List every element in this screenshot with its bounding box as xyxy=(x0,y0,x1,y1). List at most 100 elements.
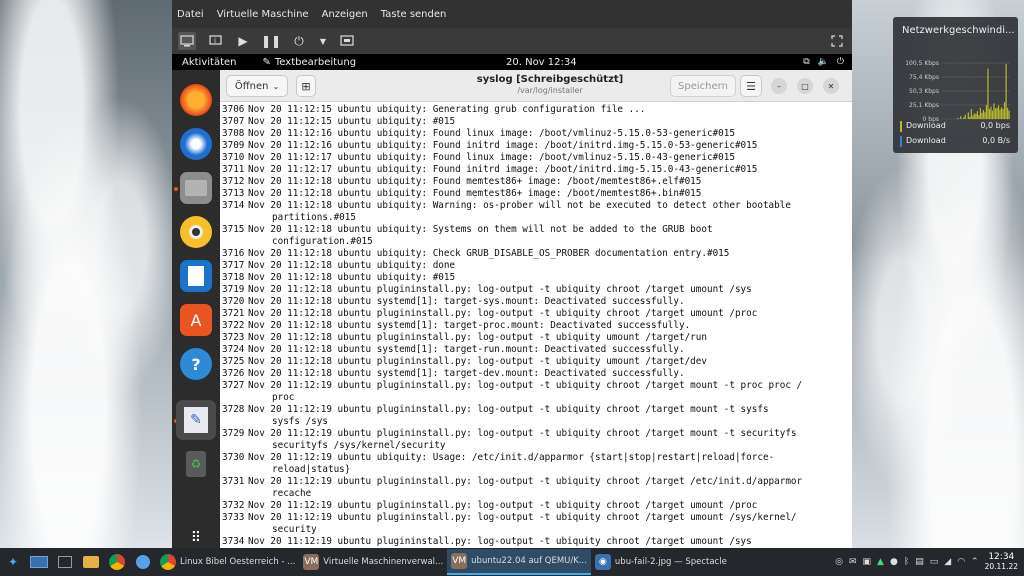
log-line-text: Nov 20 11:12:18 ubuntu plugininstall.py:… xyxy=(248,332,707,343)
thunderbird-icon[interactable] xyxy=(180,128,212,160)
shutdown-icon[interactable]: ⏻ xyxy=(290,32,308,50)
hamburger-menu-icon[interactable]: ☰ xyxy=(740,75,762,97)
log-line-number: 3727 xyxy=(222,380,245,391)
menu-anzeigen[interactable]: Anzeigen xyxy=(322,9,368,20)
files-icon[interactable] xyxy=(180,172,212,204)
steam-icon[interactable]: ◎ xyxy=(835,557,843,567)
digital-clock[interactable]: 12:34 20.11.22 xyxy=(985,552,1018,572)
log-line: recache xyxy=(222,488,852,500)
android-icon[interactable]: ▲ xyxy=(877,557,884,567)
log-line: security xyxy=(222,524,852,536)
expand-tray-icon[interactable]: ⌃ xyxy=(971,557,979,567)
firefox-icon[interactable] xyxy=(180,84,212,116)
network-speed-widget[interactable]: Netzwerkgeschwindi... 100,5 Kbps 75,4 Kbp… xyxy=(893,17,1018,153)
menu-taste-senden[interactable]: Taste senden xyxy=(381,9,447,20)
chat-icon[interactable] xyxy=(132,551,154,573)
log-line: configuration.#015 xyxy=(222,236,852,248)
snapshot-icon[interactable] xyxy=(338,32,356,50)
console-view-icon[interactable] xyxy=(178,32,196,50)
chrome-icon[interactable] xyxy=(106,551,128,573)
mail-icon[interactable]: ✉ xyxy=(849,557,857,567)
task-browser[interactable]: Linux Bibel Oesterreich - ... xyxy=(156,549,299,575)
log-line-text: Nov 20 11:12:15 ubuntu ubiquity: Generat… xyxy=(248,104,646,115)
activity-bar xyxy=(970,108,972,119)
minimize-icon[interactable]: – xyxy=(771,78,787,94)
log-line-number: 3724 xyxy=(222,344,245,355)
log-line-text: Nov 20 11:12:18 ubuntu ubiquity: Found m… xyxy=(248,176,702,187)
vm-viewer-window: Datei Virtuelle Maschine Anzeigen Taste … xyxy=(172,0,852,548)
log-line-text: Nov 20 11:12:18 ubuntu systemd[1]: targe… xyxy=(248,320,691,331)
log-text-view[interactable]: 3706 Nov 20 11:12:15 ubuntu ubiquity: Gen… xyxy=(220,102,852,548)
task-label: ubuntu22.04 auf QEMU/K... xyxy=(471,556,587,566)
kde-taskbar: ✦ Linux Bibel Oesterreich - ... VM Virtu… xyxy=(0,548,1024,576)
trash-icon[interactable]: ♻ xyxy=(180,448,212,480)
notification-icon[interactable]: ● xyxy=(890,557,898,567)
log-line: 3732 Nov 20 11:12:19 ubuntu plugininstall… xyxy=(222,500,852,512)
text-editor-icon: ✎ xyxy=(262,56,271,68)
log-line: 3722 Nov 20 11:12:18 ubuntu systemd[1]: t… xyxy=(222,320,852,332)
clock-time: 12:34 xyxy=(988,552,1015,562)
chat-tray-icon[interactable]: ▣ xyxy=(863,557,872,567)
guest-clock[interactable]: 20. Nov 12:34 xyxy=(506,57,577,68)
log-line: 3707 Nov 20 11:12:15 ubuntu ubiquity: #01… xyxy=(222,116,852,128)
virt-manager-icon: VM xyxy=(303,554,320,570)
desktop-grid-icon[interactable] xyxy=(54,551,76,573)
new-document-icon[interactable]: ⊞ xyxy=(296,75,316,97)
save-button[interactable]: Speichern xyxy=(670,75,736,97)
guest-system-tray[interactable]: ⧉ 🔈 ⏻ xyxy=(803,57,844,67)
activity-bar xyxy=(1000,107,1003,119)
task-spectacle[interactable]: ◉ ubu-fail-2.jpg — Spectacle xyxy=(591,549,731,575)
log-line-text: Nov 20 11:12:17 ubuntu ubiquity: Found l… xyxy=(248,152,735,163)
log-line: 3724 Nov 20 11:12:18 ubuntu systemd[1]: t… xyxy=(222,344,852,356)
fullscreen-icon[interactable] xyxy=(828,32,846,50)
task-label: ubu-fail-2.jpg — Spectacle xyxy=(614,557,727,567)
help-icon[interactable]: ? xyxy=(180,348,212,380)
activity-bar xyxy=(975,113,977,119)
pager-icon[interactable] xyxy=(28,551,50,573)
file-manager-icon[interactable] xyxy=(80,551,102,573)
app-launcher-icon[interactable]: ✦ xyxy=(2,551,24,573)
close-icon[interactable]: ✕ xyxy=(823,78,839,94)
rhythmbox-icon[interactable] xyxy=(180,216,212,248)
log-line-text: Nov 20 11:12:15 ubuntu ubiquity: #015 xyxy=(248,116,456,127)
log-line-number: 3722 xyxy=(222,320,245,331)
log-line-number: 3730 xyxy=(222,452,245,463)
task-vm-manager[interactable]: VM Virtuelle Maschinenverwal... xyxy=(299,549,447,575)
y-tick-label: 75,4 Kbps xyxy=(909,74,939,81)
log-line: 3733 Nov 20 11:12:19 ubuntu plugininstall… xyxy=(222,512,852,524)
details-view-icon[interactable]: i xyxy=(206,32,224,50)
log-line: partitions.#015 xyxy=(222,212,852,224)
download-label: Download xyxy=(906,136,946,145)
battery-icon[interactable]: ▭ xyxy=(930,557,939,567)
app-menu[interactable]: ✎ Textbearbeitung xyxy=(263,57,357,68)
open-button[interactable]: Öffnen ⌄ xyxy=(226,75,288,97)
clipboard-icon[interactable]: ▤ xyxy=(915,557,924,567)
shutdown-menu-chevron-icon[interactable]: ▼ xyxy=(318,32,328,50)
volume-icon[interactable]: ◢ xyxy=(944,557,951,567)
software-center-icon[interactable]: A xyxy=(180,304,212,336)
menu-virtuelle-maschine[interactable]: Virtuelle Maschine xyxy=(217,9,309,20)
run-icon[interactable]: ▶ xyxy=(234,32,252,50)
log-line: 3714 Nov 20 11:12:18 ubuntu ubiquity: War… xyxy=(222,200,852,212)
activity-bar xyxy=(985,105,988,119)
bluetooth-icon[interactable]: ᛒ xyxy=(904,557,909,567)
maximize-icon[interactable]: □ xyxy=(797,78,813,94)
log-line-text: Nov 20 11:12:19 ubuntu plugininstall.py:… xyxy=(248,512,797,523)
activity-bar xyxy=(981,112,983,119)
vm-menubar: Datei Virtuelle Maschine Anzeigen Taste … xyxy=(172,0,852,28)
activities-button[interactable]: Aktivitäten xyxy=(182,57,237,68)
text-editor-dock-icon[interactable]: ✎ xyxy=(176,400,216,440)
log-line-text: partitions.#015 xyxy=(272,212,356,223)
menu-datei[interactable]: Datei xyxy=(177,9,204,20)
activity-bar xyxy=(1006,107,1009,119)
writer-icon[interactable] xyxy=(180,260,212,292)
log-line-text: sysfs /sys xyxy=(272,416,328,427)
pause-icon[interactable]: ❚❚ xyxy=(261,32,281,50)
task-vm-viewer[interactable]: VM ubuntu22.04 auf QEMU/K... xyxy=(447,549,591,575)
wifi-icon[interactable]: ◠ xyxy=(957,557,965,567)
log-line-number: 3713 xyxy=(222,188,245,199)
volume-icon: 🔈 xyxy=(817,57,829,67)
activity-bar xyxy=(997,105,1000,119)
log-line-number: 3731 xyxy=(222,476,245,487)
log-line: 3713 Nov 20 11:12:18 ubuntu ubiquity: Fou… xyxy=(222,188,852,200)
